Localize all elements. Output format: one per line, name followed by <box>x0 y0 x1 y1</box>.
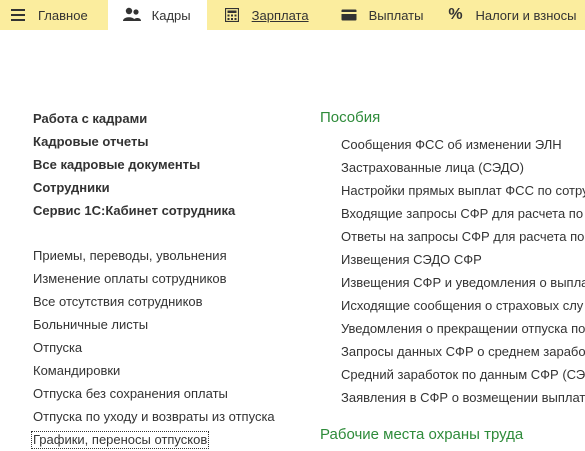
percent-icon: % <box>448 6 463 23</box>
section-title-benefits: Пособия <box>320 109 381 126</box>
left-link-column: Работа с кадрами Кадровые отчеты Все кад… <box>30 107 303 451</box>
calculator-icon <box>222 5 242 25</box>
link-pay-changes[interactable]: Изменение оплаты сотрудников <box>33 267 303 290</box>
tab-main-label: Главное <box>38 7 88 23</box>
list-item[interactable]: Входящие запросы СФР для расчета по <box>341 202 585 225</box>
tab-hr-label: Кадры <box>151 7 191 23</box>
tab-taxes-label: Налоги и взносы <box>475 7 577 23</box>
menu-icon <box>8 5 28 25</box>
link-hr-work[interactable]: Работа с кадрами <box>33 107 303 130</box>
list-item[interactable]: Сообщения ФСС об изменении ЭЛН <box>341 133 585 156</box>
link-vacation-schedules[interactable]: Графики, переносы отпусков <box>30 431 210 449</box>
link-employee-cabinet-service[interactable]: Сервис 1С:Кабинет сотрудника <box>33 199 303 222</box>
tab-payments[interactable]: Выплаты <box>335 0 446 30</box>
link-unpaid-leaves[interactable]: Отпуска без сохранения оплаты <box>33 382 303 405</box>
section-title-workplace-safety: Рабочие места охраны труда <box>320 426 524 443</box>
link-childcare-leaves[interactable]: Отпуска по уходу и возвраты из отпуска <box>33 405 303 428</box>
tab-salary[interactable]: Зарплата <box>207 0 335 30</box>
link-vacation-schedules-item: Графики, переносы отпусков <box>30 428 303 451</box>
list-item[interactable]: Заявления в СФР о возмещении выплат <box>341 386 585 409</box>
list-item[interactable]: Извещения СФР и уведомления о выпла <box>341 271 585 294</box>
list-item[interactable]: Ответы на запросы СФР для расчета по <box>341 225 585 248</box>
link-hires-transfers-dismissals[interactable]: Приемы, переводы, увольнения <box>33 244 303 267</box>
link-sick-leaves[interactable]: Больничные листы <box>33 313 303 336</box>
list-item[interactable]: Средний заработок по данным СФР (СЭ <box>341 363 585 386</box>
link-vacations[interactable]: Отпуска <box>33 336 303 359</box>
right-link-column: Пособия Сообщения ФСС об изменении ЭЛН З… <box>320 107 585 446</box>
list-item[interactable]: Уведомления о прекращении отпуска по <box>341 317 585 340</box>
link-business-trips[interactable]: Командировки <box>33 359 303 382</box>
link-employees[interactable]: Сотрудники <box>33 176 303 199</box>
section-tabs-bar: Главное Кадры Зарплата Выплаты % Налоги … <box>0 0 585 30</box>
list-item[interactable]: Запросы данных СФР о среднем заработ <box>341 340 585 363</box>
people-icon <box>122 5 142 25</box>
tab-payments-label: Выплаты <box>368 7 424 23</box>
tab-hr[interactable]: Кадры <box>107 0 207 30</box>
wallet-icon <box>339 5 359 25</box>
tab-taxes[interactable]: % Налоги и взносы <box>445 0 585 30</box>
link-hr-reports[interactable]: Кадровые отчеты <box>33 130 303 153</box>
link-all-absences[interactable]: Все отсутствия сотрудников <box>33 290 303 313</box>
list-item[interactable]: Настройки прямых выплат ФСС по сотру <box>341 179 585 202</box>
tab-salary-label: Зарплата <box>251 7 309 23</box>
list-item[interactable]: Исходящие сообщения о страховых слу <box>341 294 585 317</box>
link-all-hr-documents[interactable]: Все кадровые документы <box>33 153 303 176</box>
benefits-link-list: Сообщения ФСС об изменении ЭЛН Застрахов… <box>341 133 585 409</box>
list-item[interactable]: Застрахованные лица (СЭДО) <box>341 156 585 179</box>
list-item[interactable]: Извещения СЭДО СФР <box>341 248 585 271</box>
tab-main[interactable]: Главное <box>0 0 108 30</box>
